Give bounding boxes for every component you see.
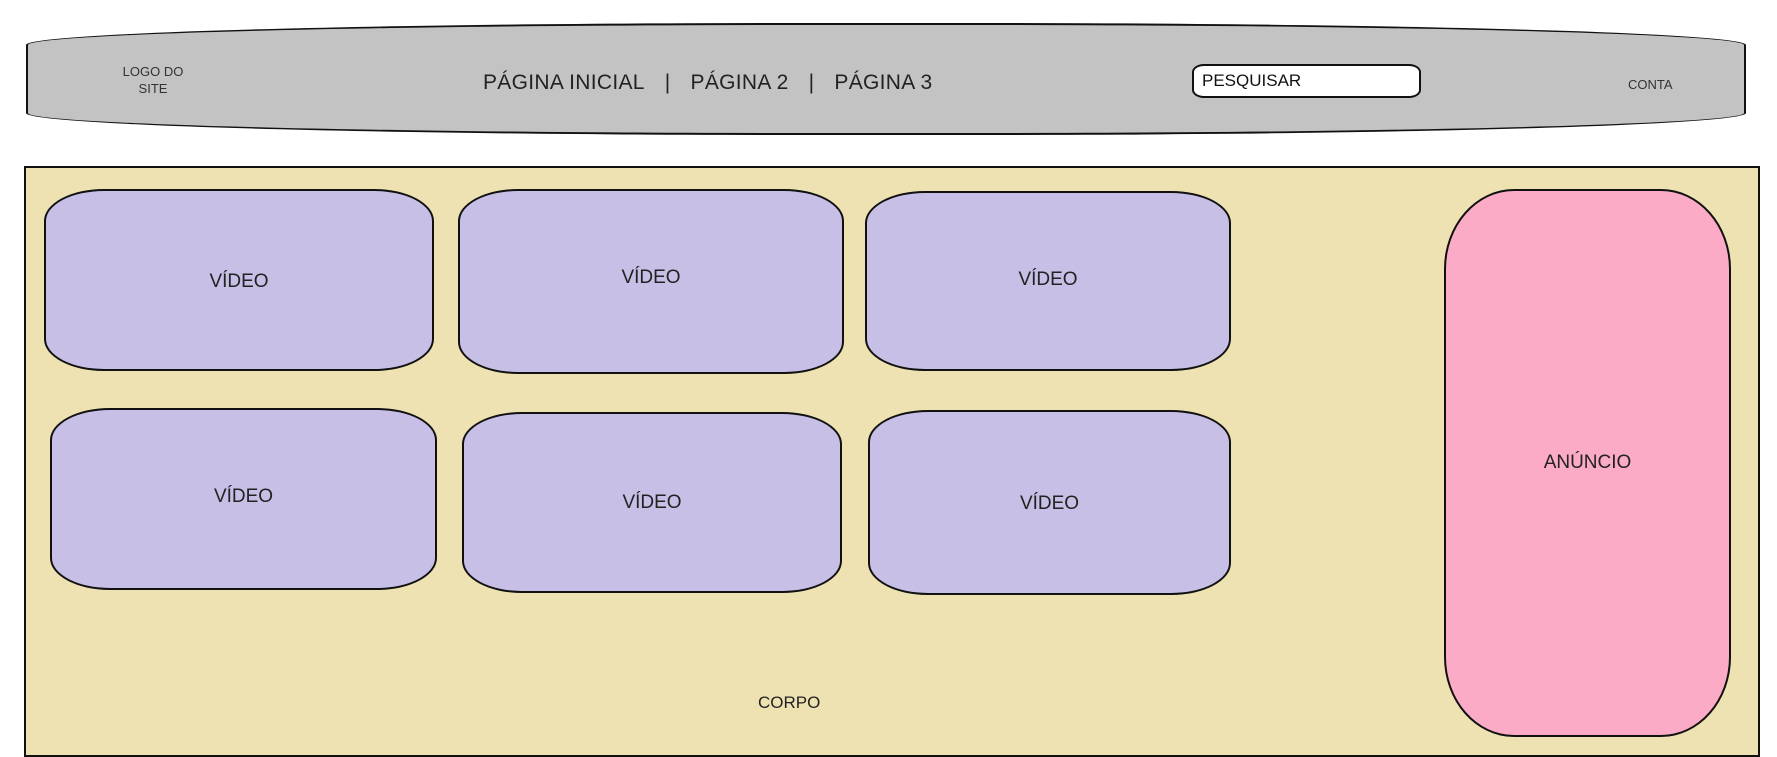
ad-banner[interactable]: ANÚNCIO [1444,189,1731,737]
video-card[interactable]: VÍDEO [44,189,434,371]
content-body: VÍDEO VÍDEO VÍDEO VÍDEO VÍDEO VÍDEO ANÚN… [24,166,1760,757]
nav-separator: | [664,71,671,94]
nav-separator: | [808,71,815,94]
video-card[interactable]: VÍDEO [50,408,437,590]
video-card[interactable]: VÍDEO [458,189,844,374]
site-header: LOGO DO SITE PÁGINA INICIAL | PÁGINA 2 |… [26,23,1746,135]
nav-link-page-2[interactable]: PÁGINA 2 [691,71,789,95]
video-label: VÍDEO [1018,269,1078,290]
video-label: VÍDEO [622,491,682,513]
video-label: VÍDEO [213,486,274,507]
body-label: CORPO [758,693,821,712]
search-input[interactable] [1192,64,1421,98]
nav-link-page-3[interactable]: PÁGINA 3 [834,71,932,95]
logo-line-2: SITE [138,81,168,96]
logo-line-1: LOGO DO [122,64,184,79]
site-logo[interactable]: LOGO DO SITE [98,63,208,97]
video-label: VÍDEO [621,266,681,288]
video-label: VÍDEO [209,271,269,292]
video-label: VÍDEO [1019,492,1080,514]
video-card[interactable]: VÍDEO [462,412,842,593]
main-nav: PÁGINA INICIAL | PÁGINA 2 | PÁGINA 3 [483,71,933,95]
video-card[interactable]: VÍDEO [868,410,1231,595]
video-card[interactable]: VÍDEO [865,191,1231,371]
ad-label: ANÚNCIO [1543,452,1632,473]
account-link[interactable]: CONTA [1628,77,1673,92]
nav-link-home[interactable]: PÁGINA INICIAL [483,71,645,95]
